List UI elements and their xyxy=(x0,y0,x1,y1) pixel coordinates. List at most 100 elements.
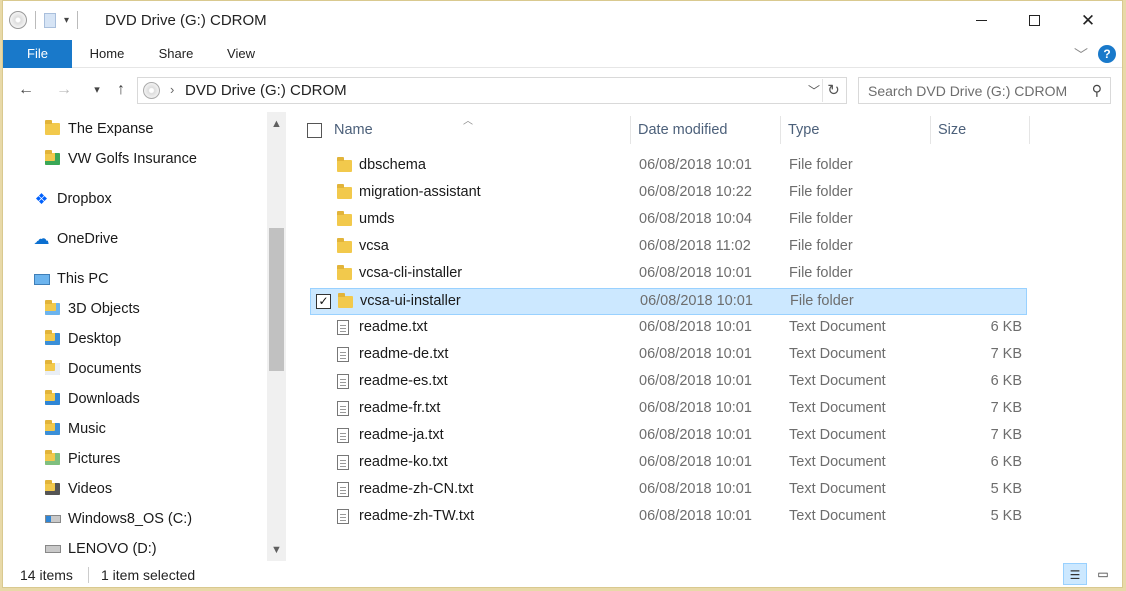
computer-icon xyxy=(33,271,50,287)
folder-icon xyxy=(337,238,352,253)
file-row[interactable]: readme-es.txt 06/08/2018 10:01 Text Docume… xyxy=(310,369,1027,396)
column-divider[interactable] xyxy=(1029,116,1030,144)
up-button[interactable]: ↑ xyxy=(110,79,132,101)
file-name: readme-ko.txt xyxy=(359,454,448,470)
expand-ribbon-icon[interactable]: ﹀ xyxy=(1074,45,1088,65)
refresh-button[interactable]: ↻ xyxy=(822,79,844,102)
column-divider[interactable] xyxy=(780,116,781,144)
file-row[interactable]: readme-de.txt 06/08/2018 10:01 Text Docume… xyxy=(310,342,1027,369)
documents-folder-icon xyxy=(44,360,61,377)
text-document-icon xyxy=(337,347,349,364)
tab-file[interactable]: File xyxy=(3,40,72,68)
sidebar-item-vw-golfs-insurance[interactable]: VW Golfs Insurance xyxy=(44,147,197,171)
minimize-button[interactable] xyxy=(958,1,1004,40)
sidebar-item-the-expanse[interactable]: The Expanse xyxy=(44,117,153,141)
sidebar-item-music[interactable]: Music xyxy=(44,417,106,441)
file-row[interactable]: umds 06/08/2018 10:04 File folder xyxy=(310,207,1027,234)
column-header-name[interactable]: Name xyxy=(334,116,373,144)
column-header-size[interactable]: Size xyxy=(938,116,966,144)
sidebar-item-downloads[interactable]: Downloads xyxy=(44,387,140,411)
search-icon[interactable]: ⚲ xyxy=(1092,82,1102,99)
sidebar-item-dropbox[interactable]: ❖ Dropbox xyxy=(33,187,112,211)
row-checkbox[interactable]: ✓ xyxy=(316,294,331,309)
column-header-type[interactable]: Type xyxy=(788,116,819,144)
file-row[interactable]: ✓ vcsa-ui-installer 06/08/2018 10:01 File f… xyxy=(310,288,1027,315)
file-row[interactable]: readme.txt 06/08/2018 10:01 Text Document 6… xyxy=(310,315,1027,342)
sidebar-item-documents[interactable]: Documents xyxy=(44,357,141,381)
sidebar-item-label: Windows8_OS (C:) xyxy=(68,511,193,527)
help-icon[interactable]: ? xyxy=(1098,45,1116,63)
file-name: umds xyxy=(359,211,395,227)
address-path[interactable]: DVD Drive (G:) CDROM xyxy=(185,82,347,99)
sidebar-item-desktop[interactable]: Desktop xyxy=(44,327,121,351)
maximize-button[interactable] xyxy=(1011,1,1057,40)
search-input[interactable]: Search DVD Drive (G:) CDROM xyxy=(868,83,1067,99)
sidebar-item-label: Desktop xyxy=(68,331,122,347)
toolbar-separator xyxy=(77,11,79,29)
file-name: readme-ja.txt xyxy=(359,427,444,443)
tab-view[interactable]: View xyxy=(219,40,263,68)
arrow-left-icon: ← xyxy=(18,81,34,98)
recent-locations-button[interactable]: ▾ xyxy=(86,79,108,101)
scroll-up-icon[interactable]: ▲ xyxy=(267,115,286,133)
scroll-down-icon[interactable]: ▼ xyxy=(267,541,286,559)
text-document-icon xyxy=(337,320,349,337)
column-divider[interactable] xyxy=(930,116,931,144)
minimize-icon xyxy=(975,20,987,21)
file-row[interactable]: readme-zh-TW.txt 06/08/2018 10:01 Text Doc… xyxy=(310,504,1027,531)
file-name: readme.txt xyxy=(359,319,428,335)
sidebar-item-windows8-os-c[interactable]: Windows8_OS (C:) xyxy=(44,507,192,531)
select-all-checkbox[interactable] xyxy=(307,123,322,138)
scrollbar-thumb[interactable] xyxy=(269,228,284,371)
file-row[interactable]: readme-ko.txt 06/08/2018 10:01 Text Docume… xyxy=(310,450,1027,477)
file-size: 6 KB xyxy=(990,373,1022,389)
file-row[interactable]: vcsa 06/08/2018 11:02 File folder xyxy=(310,234,1027,261)
file-row[interactable]: migration-assistant 06/08/2018 10:22 File … xyxy=(310,180,1027,207)
column-divider[interactable] xyxy=(630,116,631,144)
file-name: readme-zh-CN.txt xyxy=(359,481,474,497)
sidebar-item-this-pc[interactable]: This PC xyxy=(33,267,109,291)
back-button[interactable]: ← xyxy=(15,79,37,101)
text-document-icon xyxy=(337,482,349,499)
column-header-date-modified[interactable]: Date modified xyxy=(638,116,727,144)
toolbar-separator xyxy=(35,11,36,29)
sidebar-item-onedrive[interactable]: ☁ OneDrive xyxy=(33,227,119,251)
large-icons-view-button[interactable]: ▭ xyxy=(1091,563,1115,585)
address-dropdown-icon[interactable]: ﹀ xyxy=(808,82,820,99)
file-size: 5 KB xyxy=(990,481,1022,497)
breadcrumb-chevron-icon[interactable]: › xyxy=(170,82,174,97)
file-date-modified: 06/08/2018 10:01 xyxy=(639,454,752,470)
search-box[interactable]: Search DVD Drive (G:) CDROM ⚲ xyxy=(858,77,1111,104)
forward-button[interactable]: → xyxy=(53,79,75,101)
title-bar: ▾ DVD Drive (G:) CDROM ✕ xyxy=(3,1,1122,40)
file-type: File folder xyxy=(789,238,853,254)
file-date-modified: 06/08/2018 10:01 xyxy=(639,373,752,389)
file-date-modified: 06/08/2018 10:01 xyxy=(639,508,752,524)
file-type: Text Document xyxy=(789,427,886,443)
details-view-button[interactable]: ☰ xyxy=(1063,563,1087,585)
file-row[interactable]: readme-zh-CN.txt 06/08/2018 10:01 Text Doc… xyxy=(310,477,1027,504)
close-button[interactable]: ✕ xyxy=(1065,1,1111,40)
file-row[interactable]: readme-fr.txt 06/08/2018 10:01 Text Docume… xyxy=(310,396,1027,423)
sidebar-item-lenovo-d[interactable]: LENOVO (D:) xyxy=(44,537,157,561)
sidebar-item-label: Videos xyxy=(68,481,113,497)
file-type: Text Document xyxy=(789,346,886,362)
file-type: File folder xyxy=(789,211,853,227)
quick-access-toolbar: ▾ xyxy=(9,9,79,31)
customize-toolbar-icon[interactable]: ▾ xyxy=(64,15,69,26)
file-row[interactable]: readme-ja.txt 06/08/2018 10:01 Text Docume… xyxy=(310,423,1027,450)
tab-home[interactable]: Home xyxy=(83,40,131,68)
file-row[interactable]: vcsa-cli-installer 06/08/2018 10:01 File f… xyxy=(310,261,1027,288)
sidebar-scrollbar[interactable]: ▲ ▼ xyxy=(267,112,286,561)
text-document-icon xyxy=(337,374,349,391)
file-type: Text Document xyxy=(789,319,886,335)
sidebar-item-pictures[interactable]: Pictures xyxy=(44,447,120,471)
sidebar-item-videos[interactable]: Videos xyxy=(44,477,112,501)
sidebar-item-3d-objects[interactable]: 3D Objects xyxy=(44,297,140,321)
properties-icon[interactable] xyxy=(44,12,56,28)
videos-folder-icon xyxy=(44,480,61,497)
tab-share[interactable]: Share xyxy=(152,40,200,68)
file-date-modified: 06/08/2018 10:01 xyxy=(639,427,752,443)
file-row[interactable]: dbschema 06/08/2018 10:01 File folder xyxy=(310,153,1027,180)
address-bar[interactable]: › DVD Drive (G:) CDROM ﹀ ↻ xyxy=(137,77,847,104)
